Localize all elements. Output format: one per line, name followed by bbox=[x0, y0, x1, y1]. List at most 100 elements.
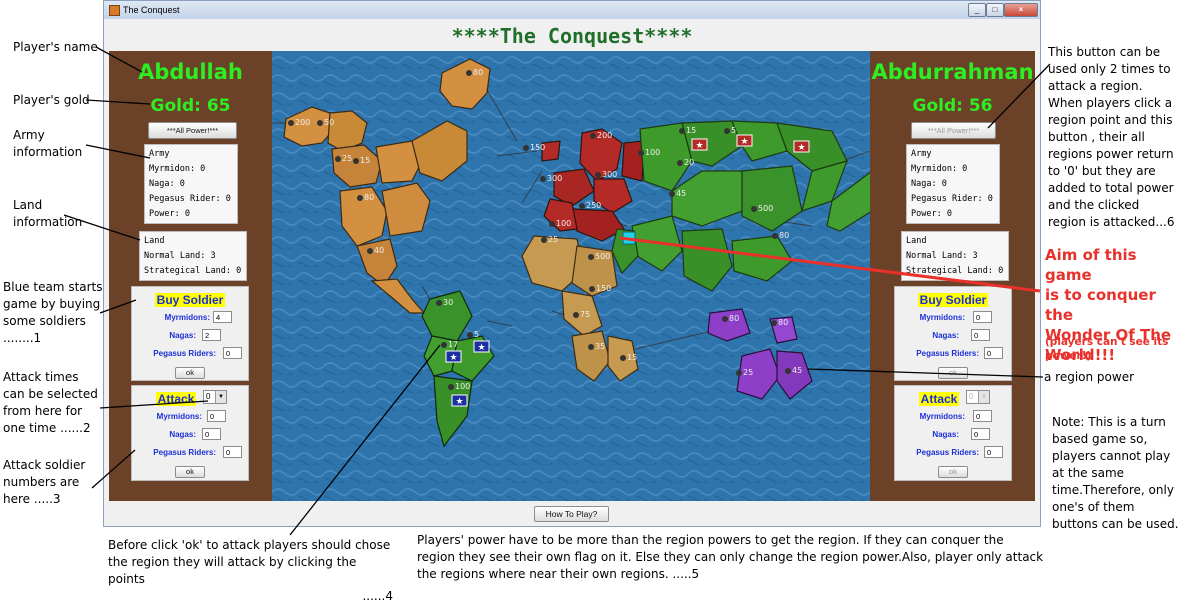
region-power: 30 bbox=[443, 298, 453, 307]
window-title: The Conquest bbox=[123, 5, 180, 15]
player2-all-power-button[interactable]: ***All Power!*** bbox=[911, 122, 996, 139]
region-power: 75 bbox=[580, 310, 590, 319]
player2-buy-myrmidons-label: Myrmidons: bbox=[919, 313, 965, 322]
minimize-icon[interactable]: _ bbox=[968, 3, 986, 17]
region-power: 80 bbox=[779, 231, 789, 240]
player2-attack-pegasus-label: Pegasus Riders: bbox=[916, 448, 979, 457]
player1-buy-pegasus-input[interactable]: 0 bbox=[223, 347, 242, 359]
star-flag-icon: ★ bbox=[691, 138, 708, 151]
world-map[interactable]: 80 200 50 25 15 80 40 150 200 300 100 30… bbox=[272, 51, 870, 501]
player2-army-info: Army Myrmidon: 0 Naga: 0 Pegasus Rider: 0 Po… bbox=[906, 144, 1000, 224]
player1-attack-form: Attack 0 ▼ Myrmidons: 0 Nagas: 0 Pegasus … bbox=[131, 385, 249, 481]
close-icon[interactable]: × bbox=[1004, 3, 1038, 17]
region-power: 25 bbox=[342, 154, 352, 163]
player2-attack-myrmidons-input[interactable]: 0 bbox=[973, 410, 992, 422]
region-power: 80 bbox=[364, 193, 374, 202]
region-power: 25 bbox=[548, 235, 558, 244]
player1-buy-nagas-input[interactable]: 2 bbox=[202, 329, 221, 341]
player2-attack-myrmidons-label: Myrmidons: bbox=[919, 412, 965, 421]
svg-text:★: ★ bbox=[740, 136, 748, 146]
region-power: 100 bbox=[556, 219, 571, 228]
chevron-down-icon: ▼ bbox=[215, 391, 226, 403]
star-flag-icon: ★ bbox=[473, 340, 490, 353]
player2-name: Abdurrahman bbox=[871, 60, 1034, 84]
svg-text:★: ★ bbox=[477, 342, 485, 352]
player1-panel: Abdullah Gold: 65 ***All Power!*** Army M… bbox=[109, 51, 272, 501]
region-power: 25 bbox=[743, 368, 753, 377]
wonder-marker-icon[interactable] bbox=[622, 231, 636, 245]
star-flag-icon: ★ bbox=[445, 350, 462, 363]
game-window: The Conquest _ □ × ****The Conquest**** … bbox=[103, 0, 1041, 527]
player2-buy-soldier-form: Buy Soldier Myrmidons: 0 Nagas: 0 Pegasu… bbox=[894, 286, 1012, 381]
player1-buy-soldier-form: Buy Soldier Myrmidons: 4 Nagas: 2 Pegasu… bbox=[131, 286, 249, 381]
svg-text:★: ★ bbox=[449, 352, 457, 362]
svg-text:★: ★ bbox=[797, 142, 805, 152]
annotation-attack-numbers: Attack soldier numbers are here .....3 bbox=[3, 458, 86, 506]
player1-army-info: Army Myrmidon: 0 Naga: 0 Pegasus Rider: 0 Po… bbox=[144, 144, 238, 224]
player2-buy-myrmidons-input[interactable]: 0 bbox=[973, 311, 992, 323]
region-power: 20 bbox=[684, 158, 694, 167]
region-power: 500 bbox=[758, 204, 773, 213]
region-power: 150 bbox=[596, 284, 611, 293]
chevron-down-icon: ▼ bbox=[978, 391, 989, 403]
region-power: 300 bbox=[547, 174, 562, 183]
maximize-icon[interactable]: □ bbox=[986, 3, 1004, 17]
player1-gold: Gold: 65 bbox=[150, 96, 231, 116]
region-power: 150 bbox=[530, 143, 545, 152]
game-title: ****The Conquest**** bbox=[451, 24, 693, 48]
player1-attack-nagas-label: Nagas: bbox=[169, 430, 196, 439]
annotation-blue-starts: Blue team starts game by buying some soldi… bbox=[3, 280, 103, 345]
java-app-icon bbox=[109, 5, 120, 16]
player2-attack-pegasus-input[interactable]: 0 bbox=[984, 446, 1003, 458]
player1-buy-pegasus-label: Pegasus Riders: bbox=[153, 349, 216, 358]
annotation-army-info: Army information bbox=[13, 128, 83, 159]
region-power: 5 bbox=[474, 330, 479, 339]
player2-attack-form: Attack 0 ▼ Myrmidons: 0 Nagas: 0 Pegasus … bbox=[894, 385, 1012, 481]
region-power: 300 bbox=[602, 170, 617, 179]
region-power: 5 bbox=[731, 126, 736, 135]
annotation-attack-times: Attack times can be selected from here for… bbox=[3, 370, 98, 435]
player1-buy-myrmidons-input[interactable]: 4 bbox=[213, 311, 232, 323]
annotation-land-info: Land information bbox=[13, 198, 83, 229]
player1-attack-pegasus-label: Pegasus Riders: bbox=[153, 448, 216, 457]
annotation-turn-note: Note: This is a turn based game so, player… bbox=[1052, 415, 1179, 531]
region-power: 80 bbox=[729, 314, 739, 323]
player2-attack-nagas-input[interactable]: 0 bbox=[971, 428, 990, 440]
player2-attack-ok-button[interactable]: ok bbox=[938, 466, 968, 478]
region-power: 15 bbox=[360, 156, 370, 165]
player1-attack-myrmidons-label: Myrmidons: bbox=[156, 412, 202, 421]
player2-buy-pegasus-input[interactable]: 0 bbox=[984, 347, 1003, 359]
region-power: 100 bbox=[455, 382, 470, 391]
region-power: 17 bbox=[448, 340, 458, 349]
player1-buy-myrmidons-label: Myrmidons: bbox=[164, 313, 210, 322]
player1-land-info: Land Normal Land: 3 Strategical Land: 0 bbox=[139, 231, 247, 281]
svg-text:★: ★ bbox=[695, 140, 703, 150]
world-map-svg[interactable]: 80 200 50 25 15 80 40 150 200 300 100 30… bbox=[272, 51, 870, 501]
player1-attack-nagas-input[interactable]: 0 bbox=[202, 428, 221, 440]
region-power: 45 bbox=[792, 366, 802, 375]
player1-attack-ok-button[interactable]: ok bbox=[175, 466, 205, 478]
region-power: 80 bbox=[473, 68, 483, 77]
region-power: 40 bbox=[374, 246, 384, 255]
region-power: 45 bbox=[676, 189, 686, 198]
svg-text:★: ★ bbox=[455, 396, 463, 406]
how-to-play-button[interactable]: How To Play? bbox=[534, 506, 609, 522]
region-power: 250 bbox=[586, 201, 601, 210]
player2-buy-nagas-input[interactable]: 0 bbox=[971, 329, 990, 341]
player1-all-power-button[interactable]: ***All Power!*** bbox=[148, 122, 237, 139]
player2-buy-nagas-label: Nagas: bbox=[932, 331, 959, 340]
annotation-aim-note: (players can't see its power!) bbox=[1045, 336, 1169, 362]
player1-attack-times-combo[interactable]: 0 ▼ bbox=[203, 390, 227, 404]
player2-buy-ok-button[interactable]: ok bbox=[938, 367, 968, 379]
player1-attack-pegasus-input[interactable]: 0 bbox=[223, 446, 242, 458]
star-flag-icon: ★ bbox=[736, 134, 753, 147]
player1-buy-ok-button[interactable]: ok bbox=[175, 367, 205, 379]
region-power: 15 bbox=[627, 353, 637, 362]
star-flag-icon: ★ bbox=[793, 140, 810, 153]
annotation-player-name: Player's name bbox=[13, 40, 98, 54]
player1-attack-myrmidons-input[interactable]: 0 bbox=[207, 410, 226, 422]
region-power: 35 bbox=[595, 342, 605, 351]
region-power: 500 bbox=[595, 252, 610, 261]
player2-attack-times-combo[interactable]: 0 ▼ bbox=[966, 390, 990, 404]
region-power: 15 bbox=[686, 126, 696, 135]
